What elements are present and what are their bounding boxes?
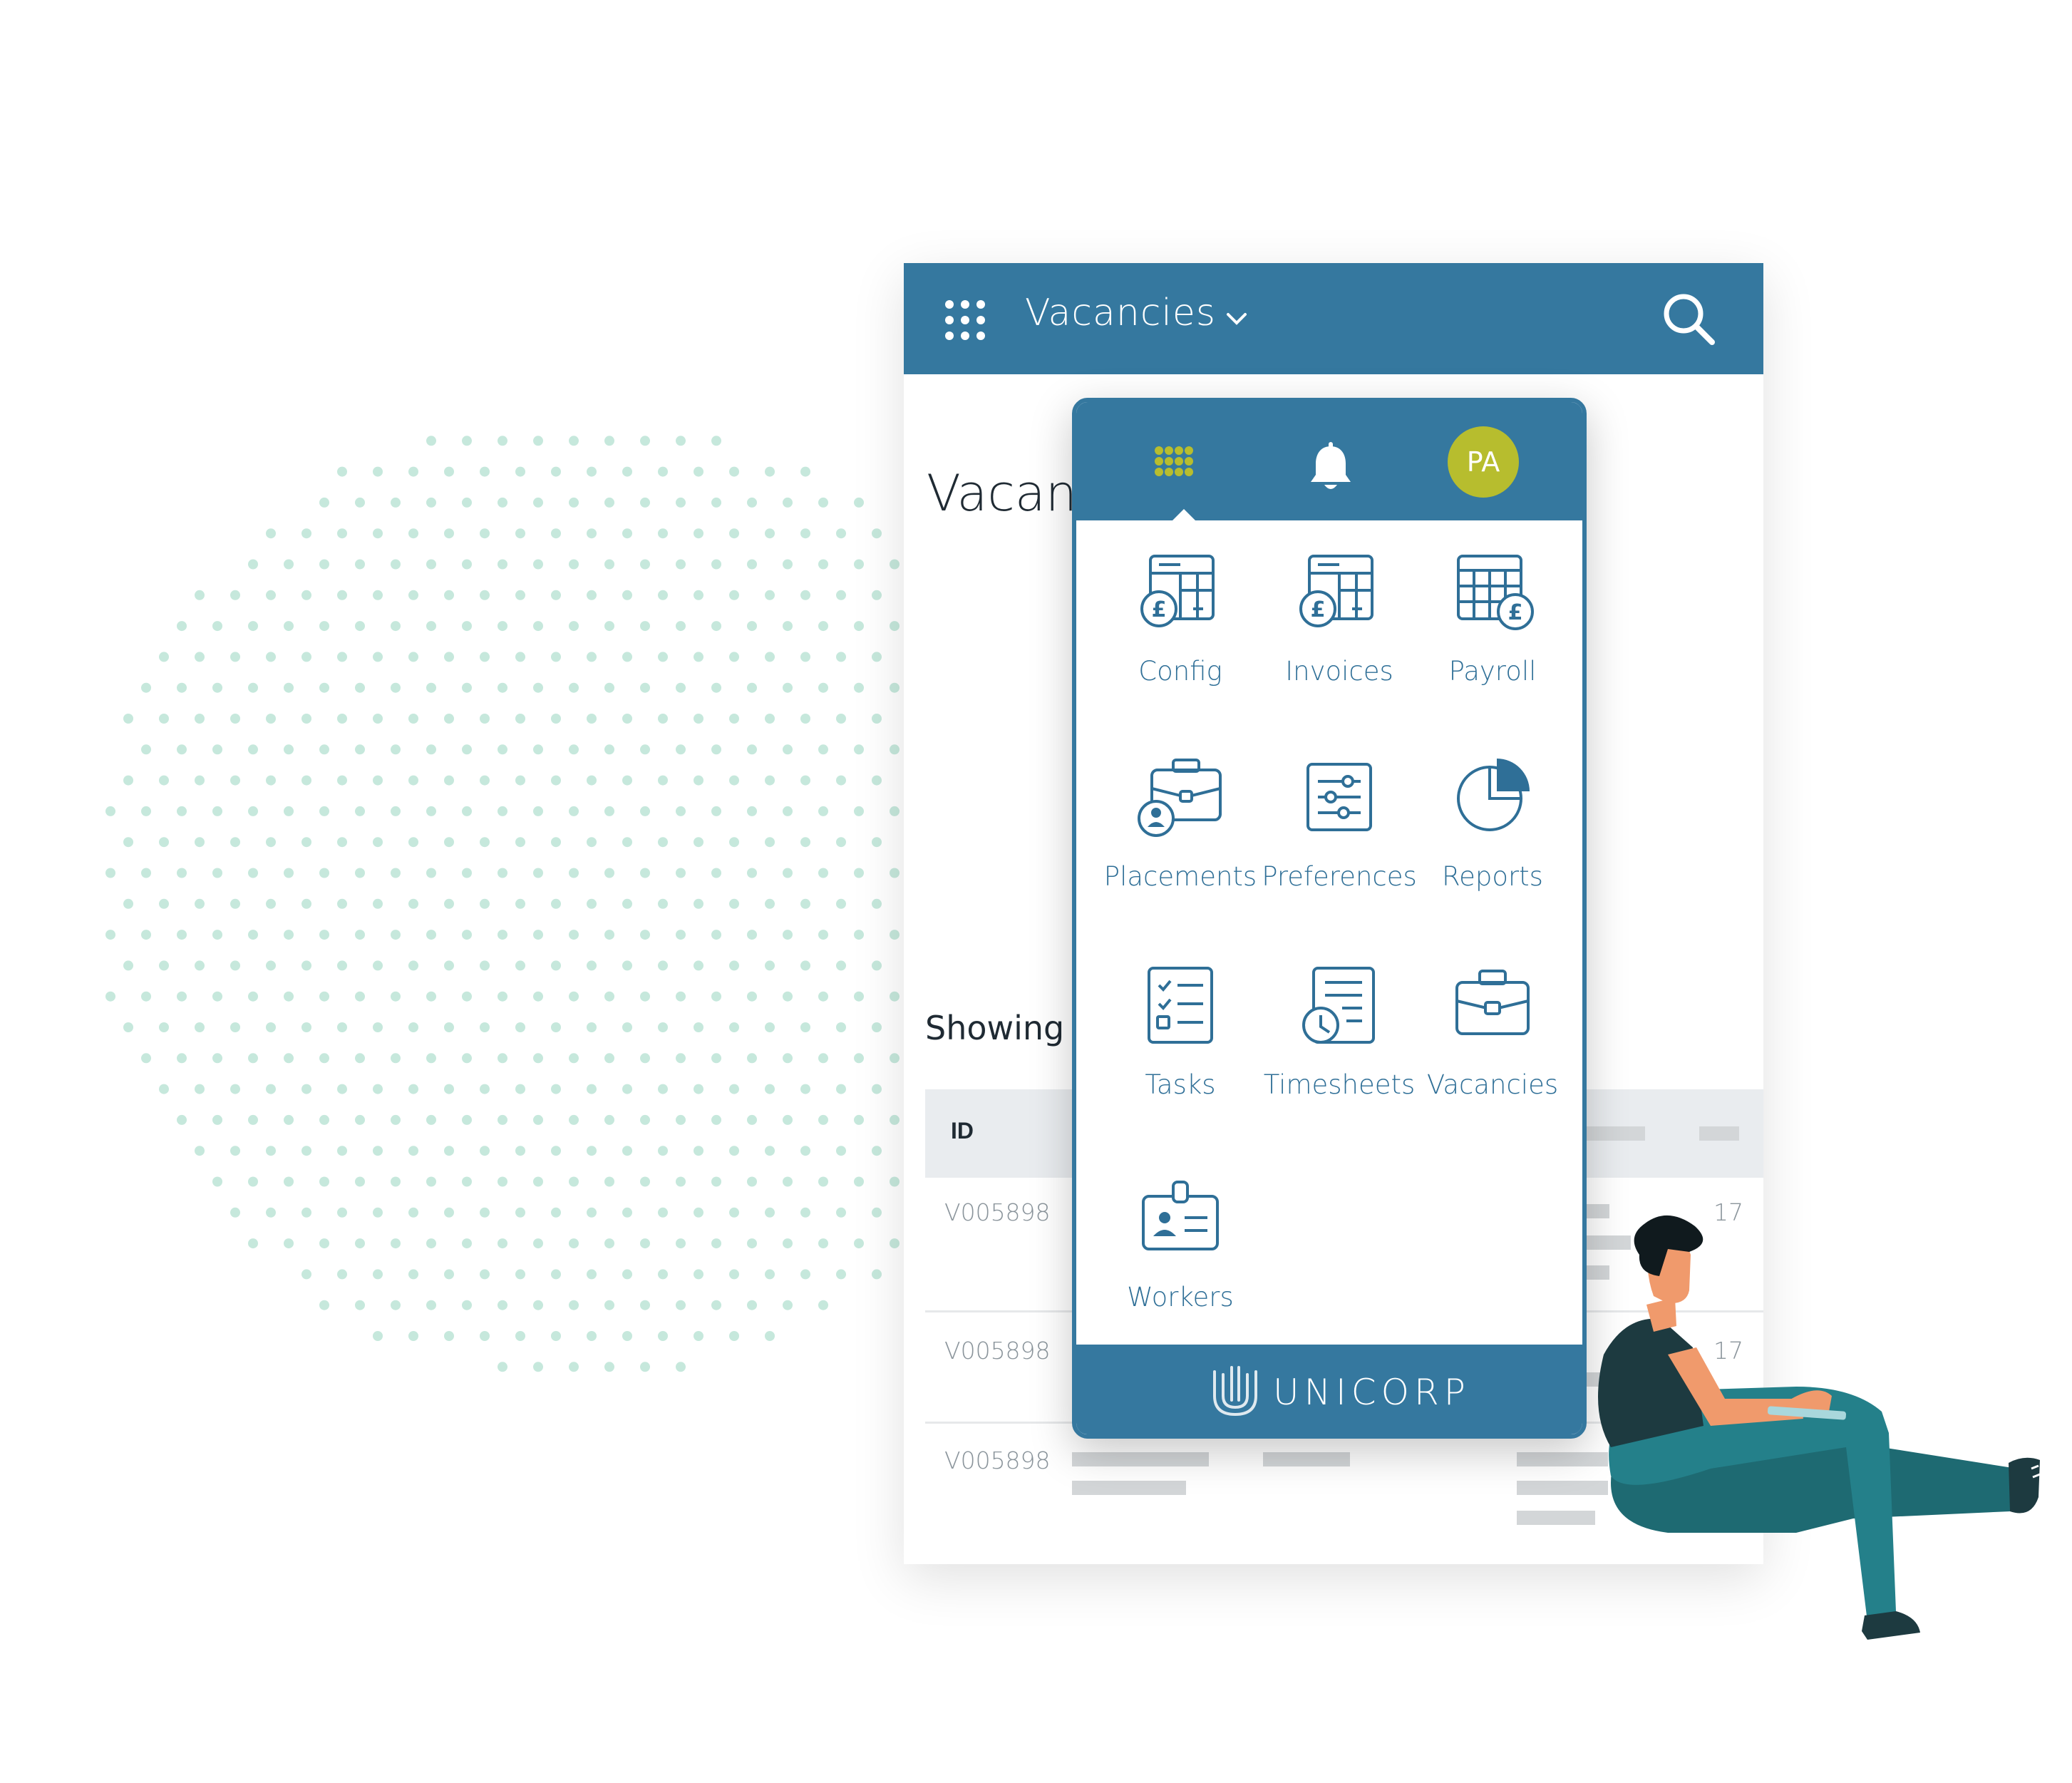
placements-icon <box>1138 759 1222 837</box>
launcher-item-config[interactable]: £ Config <box>1105 549 1255 720</box>
vacancies-icon <box>1455 970 1530 1035</box>
svg-text:£: £ <box>1508 600 1523 625</box>
column-header-placeholder <box>1582 1126 1645 1141</box>
vacancy-id[interactable]: V005898 <box>944 1447 1051 1474</box>
payroll-icon: £ <box>1457 555 1534 630</box>
launcher-item-vacancies[interactable]: Vacancies <box>1418 962 1567 1134</box>
column-header-placeholder <box>1699 1126 1739 1141</box>
invoices-icon: £ <box>1299 555 1373 627</box>
person-illustration <box>1598 1215 2041 1640</box>
module-selector[interactable]: Vacancies <box>1025 292 1216 334</box>
apps-grid-icon[interactable] <box>1155 446 1195 486</box>
config-icon: £ <box>1140 555 1215 627</box>
vacancy-id[interactable]: V005898 <box>944 1337 1051 1365</box>
top-nav-bar: Vacancies <box>904 263 1763 374</box>
launcher-item-label: Reports <box>1442 861 1543 892</box>
launcher-item-label: Workers <box>1127 1282 1234 1312</box>
svg-text:£: £ <box>1152 597 1167 622</box>
launcher-item-reports[interactable]: Reports <box>1418 754 1567 925</box>
vacancy-id[interactable]: V005898 <box>944 1198 1051 1226</box>
avatar[interactable]: PA <box>1448 426 1519 498</box>
launcher-item-invoices[interactable]: £ Invoices <box>1264 549 1414 720</box>
workers-icon <box>1142 1181 1219 1250</box>
text-placeholder <box>1263 1452 1350 1466</box>
active-tab-pointer <box>1168 509 1200 525</box>
launcher-item-payroll[interactable]: £ Payroll <box>1418 549 1567 720</box>
launcher-item-label: Invoices <box>1285 656 1393 687</box>
launcher-item-placements[interactable]: Placements <box>1104 754 1257 925</box>
launcher-item-workers[interactable]: Workers <box>1105 1175 1255 1346</box>
launcher-item-label: Preferences <box>1262 861 1417 892</box>
unicorp-logo-icon <box>1213 1366 1257 1417</box>
brand-name: UNICORP <box>1273 1372 1470 1413</box>
launcher-item-label: Vacancies <box>1426 1069 1559 1100</box>
column-header-id[interactable]: ID <box>951 1118 974 1144</box>
timesheets-icon <box>1302 967 1375 1044</box>
launcher-item-label: Config <box>1138 656 1222 687</box>
search-icon[interactable] <box>1661 292 1716 346</box>
preferences-icon <box>1306 763 1372 831</box>
launcher-item-tasks[interactable]: Tasks <box>1105 962 1255 1134</box>
text-placeholder <box>1072 1481 1186 1495</box>
launcher-item-timesheets[interactable]: Timesheets <box>1264 962 1415 1134</box>
reports-icon <box>1457 759 1530 831</box>
tasks-icon <box>1148 967 1213 1044</box>
launcher-item-label: Tasks <box>1145 1069 1216 1100</box>
launcher-item-preferences[interactable]: Preferences <box>1262 754 1417 925</box>
app-grid-icon[interactable] <box>944 299 986 341</box>
launcher-footer: UNICORP <box>1076 1345 1582 1434</box>
results-count: Showing 6 <box>925 1009 1096 1047</box>
chevron-down-icon[interactable] <box>1226 312 1247 326</box>
launcher-item-label: Timesheets <box>1263 1069 1416 1100</box>
bell-icon[interactable] <box>1307 442 1354 493</box>
launcher-item-label: Payroll <box>1448 656 1537 687</box>
app-launcher-menu: PA £ Config £ Invoices £ Payroll Placements Pre… <box>1072 398 1587 1439</box>
text-placeholder <box>1072 1452 1209 1466</box>
launcher-header: PA <box>1076 402 1582 525</box>
svg-text:£: £ <box>1311 597 1326 622</box>
launcher-item-label: Placements <box>1103 861 1257 892</box>
